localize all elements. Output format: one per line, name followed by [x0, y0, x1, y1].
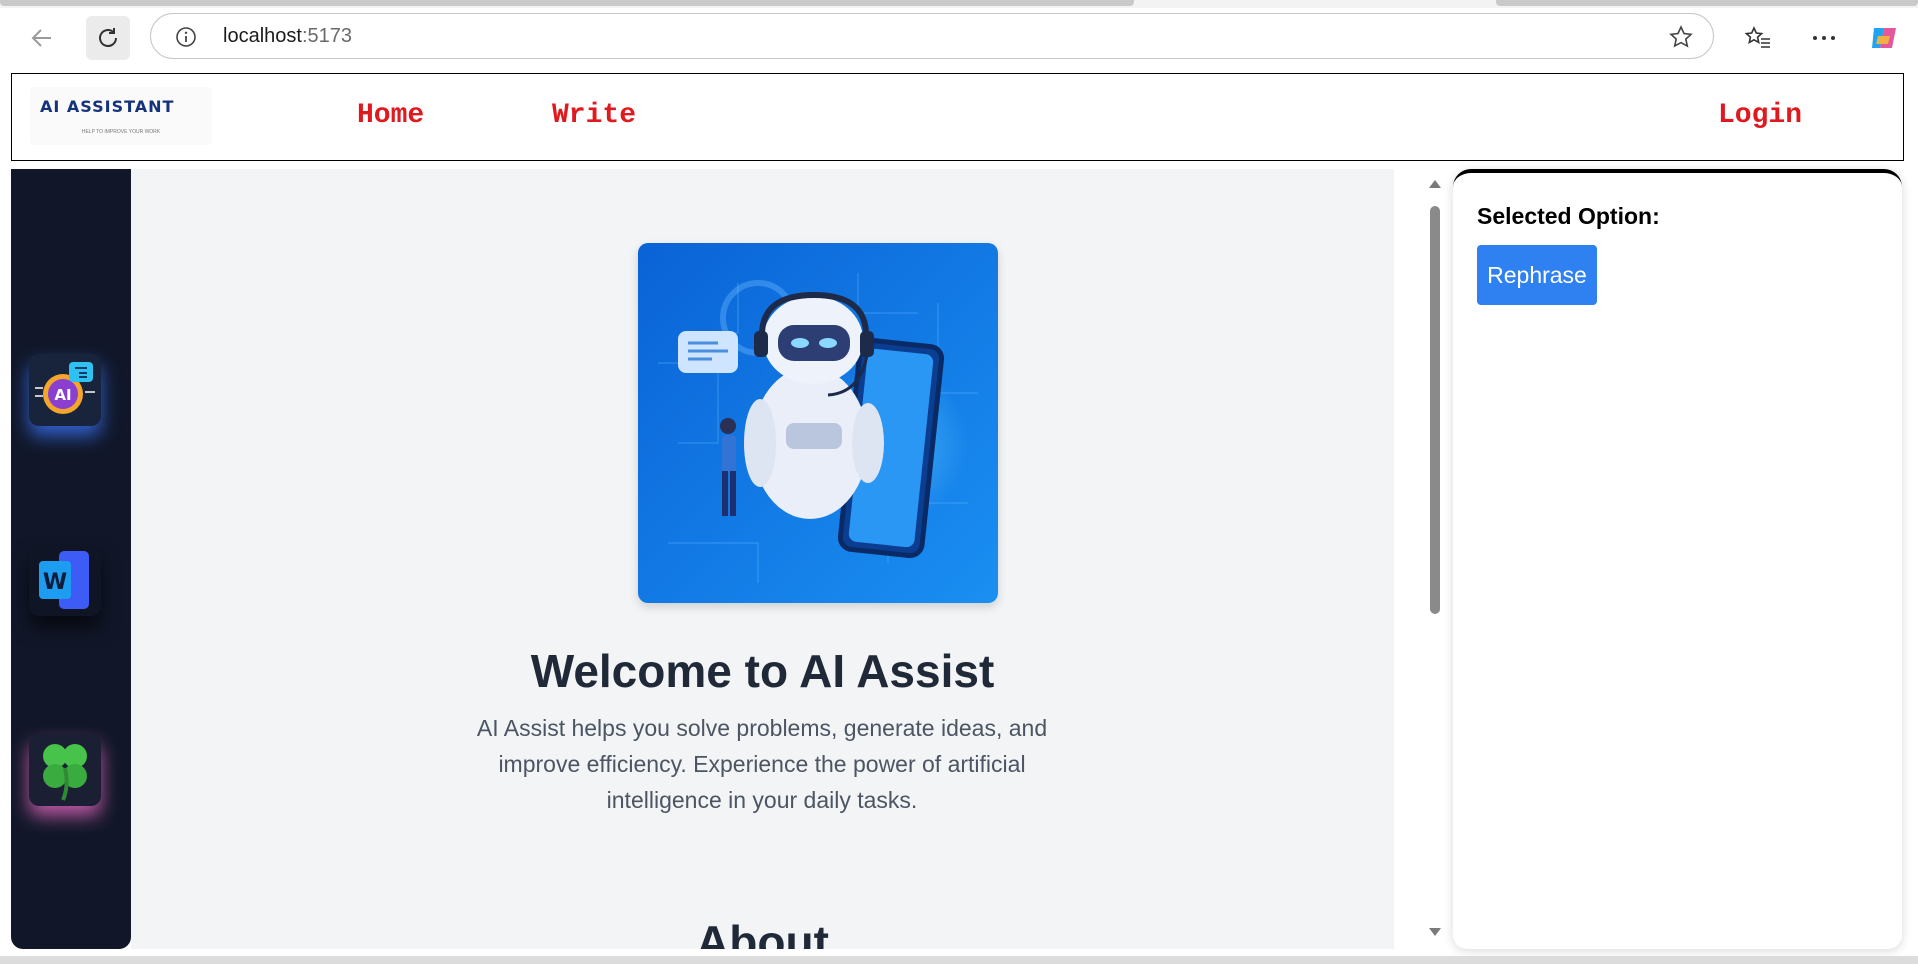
tab-segment[interactable] [1496, 0, 1918, 6]
url-host: localhost [223, 25, 302, 47]
left-sidebar: AI W [11, 169, 131, 949]
more-dots-icon [1813, 36, 1835, 40]
favorites-list-icon [1744, 26, 1770, 48]
favorites-button[interactable] [1736, 16, 1780, 60]
svg-text:AI: AI [54, 386, 71, 404]
address-bar[interactable]: localhost:5173 [150, 13, 1714, 59]
main-scrollbar[interactable] [1422, 169, 1446, 949]
top-navbar: AI ASSISTANT HELP TO IMPROVE YOUR WORK H… [11, 73, 1904, 161]
logo-tagline: HELP TO IMPROVE YOUR WORK [81, 129, 161, 135]
logo[interactable]: AI ASSISTANT HELP TO IMPROVE YOUR WORK [30, 87, 212, 145]
about-heading: About [696, 916, 829, 949]
logo-text: AI ASSISTANT [40, 97, 175, 116]
window-bottom-edge [0, 956, 1918, 964]
nav-link-write[interactable]: Write [552, 100, 636, 131]
ai-chip-icon[interactable]: AI [29, 354, 101, 426]
svg-text:W: W [43, 570, 67, 595]
welcome-heading: Welcome to AI Assist [530, 645, 995, 697]
more-menu-button[interactable] [1802, 16, 1846, 60]
copilot-icon [1872, 28, 1896, 48]
robot-assistant-illustration [638, 243, 998, 603]
site-info-icon[interactable] [175, 26, 197, 48]
web-page: AI ASSISTANT HELP TO IMPROVE YOUR WORK H… [0, 68, 1918, 964]
url-port: :5173 [301, 25, 352, 47]
selected-option-label: Selected Option: [1477, 203, 1660, 229]
scroll-down-arrow-icon[interactable] [1428, 927, 1442, 937]
scrollbar-thumb[interactable] [1430, 206, 1440, 614]
selection-panel: Selected Option: Rephrase [1453, 169, 1902, 949]
reload-icon [99, 28, 117, 47]
four-leaf-clover-icon[interactable] [29, 734, 101, 806]
main-content: Welcome to AI Assist AI Assist helps you… [131, 169, 1394, 949]
tab-strip [0, 0, 1918, 8]
back-button[interactable] [20, 16, 64, 60]
word-document-icon[interactable]: W [29, 544, 101, 616]
tab-segment[interactable] [0, 0, 1134, 6]
arrow-left-icon [31, 29, 51, 47]
welcome-description: AI Assist helps you solve problems, gene… [476, 715, 1048, 813]
url-text[interactable]: localhost:5173 [223, 25, 352, 48]
scroll-up-arrow-icon[interactable] [1428, 179, 1442, 189]
rephrase-button[interactable]: Rephrase [1477, 245, 1597, 305]
reload-button[interactable] [86, 16, 130, 60]
browser-toolbar: localhost:5173 [0, 8, 1918, 68]
nav-link-login[interactable]: Login [1718, 100, 1802, 131]
nav-link-home[interactable]: Home [357, 100, 424, 131]
favorite-star-icon[interactable] [1669, 25, 1693, 49]
copilot-button[interactable] [1862, 16, 1906, 60]
